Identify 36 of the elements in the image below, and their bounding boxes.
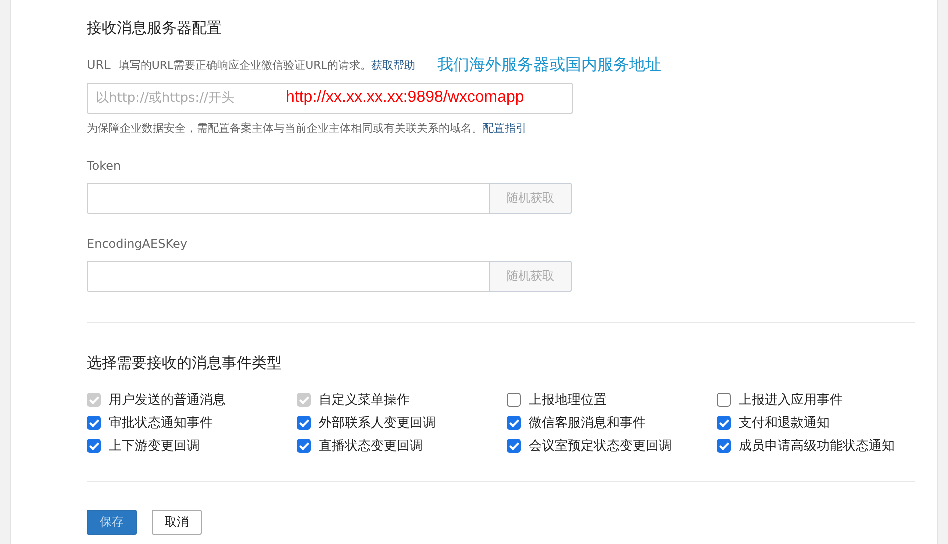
option-label: 审批状态通知事件 (109, 414, 213, 432)
option-label: 支付和退款通知 (739, 414, 830, 432)
checkbox[interactable] (297, 416, 311, 430)
text-input[interactable] (87, 261, 490, 292)
checkbox[interactable] (717, 438, 731, 452)
cancel-button[interactable]: 取消 (152, 510, 202, 535)
option-label: 外部联系人变更回调 (319, 414, 436, 432)
text-input[interactable] (87, 183, 490, 214)
section-title: 接收消息服务器配置 (87, 19, 223, 39)
checkbox[interactable] (87, 438, 101, 452)
checkbox[interactable] (717, 416, 731, 430)
checkbox[interactable] (507, 392, 521, 406)
option-label: 上报地理位置 (529, 392, 607, 408)
checkbox[interactable] (507, 416, 521, 430)
guide-link[interactable]: 配置指引 (483, 120, 527, 136)
hint-text: 填写的URL需要正确响应企业微信验证URL的请求。 (118, 58, 372, 72)
option-label: 自定义菜单操作 (319, 392, 410, 408)
checkbox[interactable] (507, 438, 521, 452)
option-label: 直播状态变更回调 (319, 438, 423, 454)
option-label: 上下游变更回调 (109, 438, 200, 454)
checkbox[interactable] (717, 392, 731, 406)
help-link[interactable]: 获取帮助 (371, 58, 416, 72)
field-label: URL (87, 58, 111, 72)
field-label: EncodingAESKey (87, 237, 188, 253)
annotation-text: 我们海外服务器或国内服务地址 (437, 54, 662, 76)
option-label: 上报进入应用事件 (739, 392, 843, 408)
checkbox[interactable] (297, 438, 311, 452)
annotation-text: http://xx.xx.xx.xx:9898/wxcomapp (286, 89, 524, 107)
option-label: 会议室预定状态变更回调 (529, 438, 672, 454)
hint-text: 为保障企业数据安全，需配置备案主体与当前企业主体相同或有关联关系的域名。 (87, 120, 483, 136)
field-label: Token (87, 159, 122, 175)
option-label: 微信客服消息和事件 (529, 414, 646, 432)
section-title: 选择需要接收的消息事件类型 (87, 354, 283, 374)
option-label: 用户发送的普通消息 (109, 392, 226, 408)
option-label: 成员申请高级功能状态通知 (739, 438, 895, 454)
checkbox[interactable] (87, 416, 101, 430)
